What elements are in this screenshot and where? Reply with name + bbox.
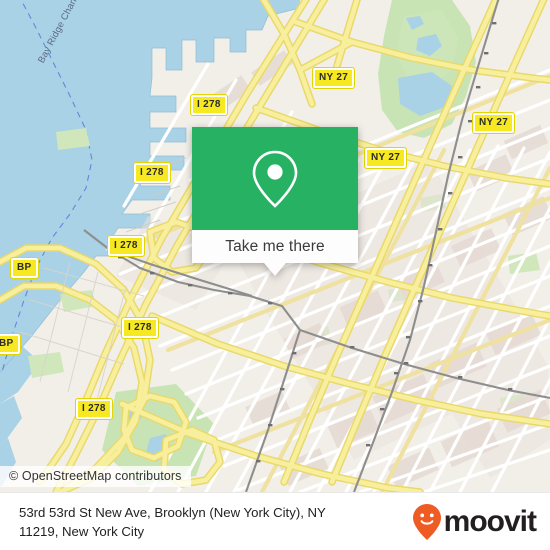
moovit-wordmark: moovit [443,505,537,538]
shield-ny-27-b[interactable]: NY 27 [471,112,516,134]
footer-bar: 53rd 53rd St New Ave, Brooklyn (New York… [0,492,550,550]
popup-footer[interactable]: Take me there [192,230,358,263]
shield-bp-b[interactable]: BP [0,333,21,355]
shield-ny-27-c[interactable]: NY 27 [363,147,408,169]
shield-bp-a[interactable]: BP [10,257,39,279]
shield-i-278-a[interactable]: I 278 [190,94,228,116]
popup-tail [264,263,286,276]
moovit-pin-smiley-icon [412,504,441,540]
map-pin-icon [252,150,298,208]
address-line-1: 53rd 53rd St New Ave, Brooklyn (New York… [19,505,326,520]
take-me-there-label: Take me there [225,237,325,255]
address-block: 53rd 53rd St New Ave, Brooklyn (New York… [0,503,412,541]
shield-ny-27-a[interactable]: NY 27 [311,67,356,89]
shield-i-278-c[interactable]: I 278 [107,235,145,257]
shield-i-278-e[interactable]: I 278 [75,398,113,420]
shield-i-278-d[interactable]: I 278 [121,317,159,339]
address-line-2: 11219, New York City [19,524,145,539]
moovit-map-screenshot: Bay Ridge Channel NY 27 I 278 NY 27 I 27… [0,0,550,550]
osm-attribution[interactable]: © OpenStreetMap contributors [0,466,191,487]
map-canvas[interactable]: Bay Ridge Channel NY 27 I 278 NY 27 I 27… [0,0,550,492]
moovit-logo[interactable]: moovit [412,503,550,541]
popup-header [192,127,358,230]
shield-i-278-b[interactable]: I 278 [133,162,171,184]
location-popup[interactable]: Take me there [192,127,358,276]
